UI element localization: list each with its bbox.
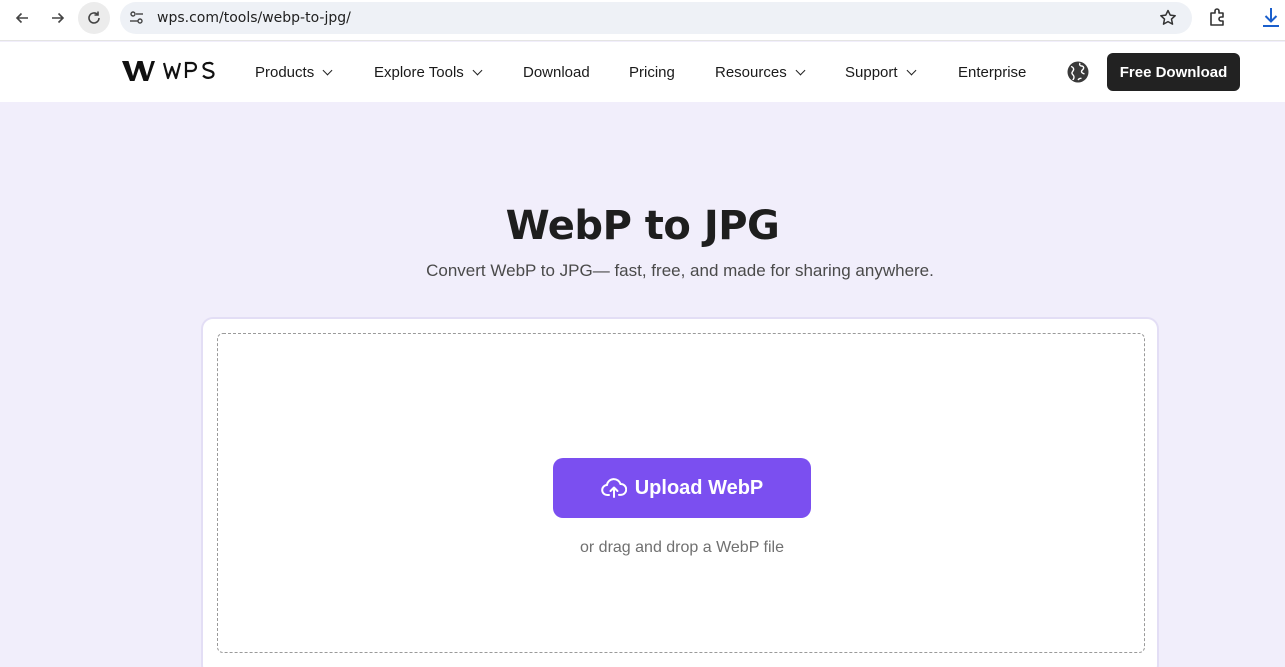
chevron-down-icon xyxy=(472,65,483,76)
chevron-down-icon xyxy=(795,65,806,76)
reload-icon xyxy=(88,11,100,24)
page-title: WebP to JPG xyxy=(505,203,780,249)
address-bar[interactable]: wps.com/tools/webp-to-jpg/ xyxy=(120,2,1192,34)
chevron-down-icon xyxy=(906,65,916,76)
nav-pricing-label: Pricing xyxy=(629,64,675,81)
upload-webp-button[interactable]: Upload WebP xyxy=(553,458,811,518)
site-settings-icon[interactable] xyxy=(128,9,146,32)
language-selector[interactable] xyxy=(1066,60,1090,89)
back-button[interactable] xyxy=(7,4,37,32)
extensions-icon xyxy=(1210,8,1224,26)
reload-button[interactable] xyxy=(78,2,110,34)
browser-toolbar: wps.com/tools/webp-to-jpg/ xyxy=(0,0,1285,41)
forward-button[interactable] xyxy=(43,4,73,32)
wps-logo[interactable] xyxy=(120,58,216,84)
cloud-upload-icon xyxy=(600,478,627,498)
nav-support[interactable]: Support xyxy=(845,64,916,81)
nav-download[interactable]: Download xyxy=(523,64,590,81)
url-text[interactable]: wps.com/tools/webp-to-jpg/ xyxy=(157,10,351,26)
nav-download-label: Download xyxy=(523,64,590,81)
globe-icon xyxy=(1067,61,1089,83)
wps-logo-icon xyxy=(122,61,215,81)
nav-enterprise[interactable]: Enterprise xyxy=(958,64,1026,81)
downloads-button[interactable] xyxy=(1259,5,1283,36)
nav-products[interactable]: Products xyxy=(255,64,333,81)
nav-pricing[interactable]: Pricing xyxy=(629,64,675,81)
chevron-down-icon xyxy=(322,65,333,76)
upload-button-label: Upload WebP xyxy=(634,476,764,499)
drag-drop-hint: or drag and drop a WebP file xyxy=(580,539,784,556)
forward-arrow-icon xyxy=(52,12,65,24)
nav-enterprise-label: Enterprise xyxy=(958,64,1027,81)
upload-card: Upload WebP or drag and drop a WebP file xyxy=(201,317,1159,667)
nav-support-label: Support xyxy=(845,64,898,81)
nav-resources-label: Resources xyxy=(715,64,787,81)
page-subtitle: Convert WebP to JPG— fast, free, and mad… xyxy=(426,261,934,280)
bookmark-star-icon[interactable] xyxy=(1158,8,1178,33)
extensions-button[interactable] xyxy=(1206,5,1230,34)
nav-explore-tools[interactable]: Explore Tools xyxy=(374,64,483,81)
nav-products-label: Products xyxy=(255,64,315,81)
free-download-button[interactable]: Free Download xyxy=(1107,53,1240,91)
site-header: Products Explore Tools Download Pricing … xyxy=(0,42,1285,102)
drop-zone[interactable]: Upload WebP or drag and drop a WebP file xyxy=(217,333,1145,653)
nav-resources[interactable]: Resources xyxy=(715,64,806,81)
nav-explore-tools-label: Explore Tools xyxy=(374,64,464,81)
back-arrow-icon xyxy=(15,12,28,24)
download-icon xyxy=(1263,8,1279,27)
